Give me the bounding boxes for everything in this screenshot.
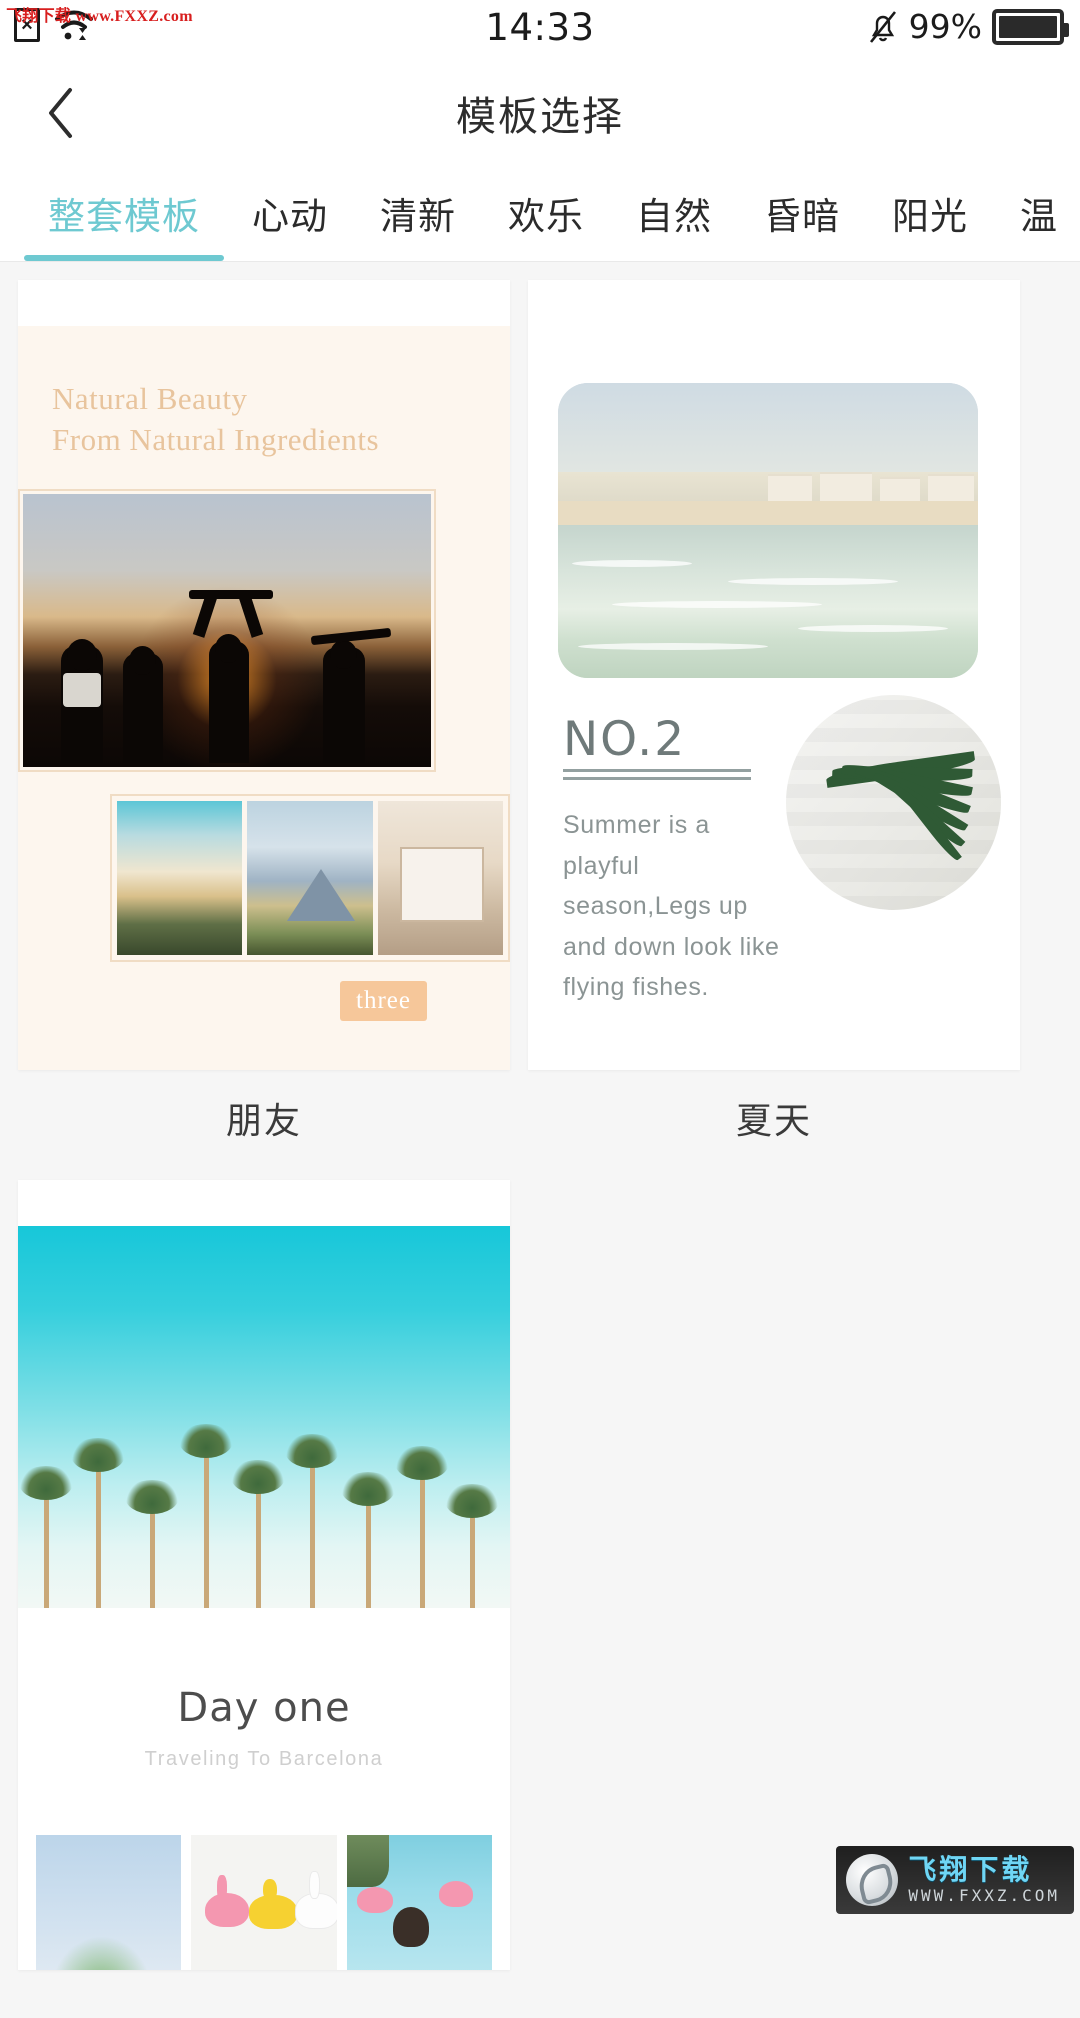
- status-bar-right-icons: 99%: [867, 7, 1069, 46]
- template-cell: Natural Beauty From Natural Ingredients: [18, 280, 510, 1170]
- bell-muted-icon: [867, 9, 899, 45]
- watermark-logo-icon: [846, 1854, 899, 1906]
- watermark-top-text: 飞翔下载 www.FXXZ.com: [6, 8, 193, 25]
- template-preview-summer: NO.2 Summer is a playful season,Legs up …: [528, 280, 1020, 1070]
- template-headline: Natural Beauty From Natural Ingredients: [52, 378, 490, 460]
- page-header: 模板选择: [0, 60, 1080, 165]
- tab-qingxin[interactable]: 清新: [354, 165, 482, 261]
- template-label-friends: 朋友: [225, 1100, 302, 1141]
- template-title-dayone: Day one: [177, 1685, 351, 1731]
- template-number: NO.2: [563, 712, 687, 767]
- chevron-left-icon: [44, 86, 78, 140]
- strip-photo-interior: [377, 801, 503, 955]
- strip-photo-pool: [346, 1835, 492, 1970]
- template-badge: three: [340, 981, 427, 1021]
- tab-xindong[interactable]: 心动: [226, 165, 354, 261]
- strip-photo-beach: [117, 801, 243, 955]
- beach-photo: [558, 383, 978, 678]
- tab-zhengtaomoban[interactable]: 整套模板: [22, 165, 226, 261]
- palm-leaf-circle-photo: [786, 695, 1001, 910]
- template-card-summer[interactable]: NO.2 Summer is a playful season,Legs up …: [528, 280, 1020, 1070]
- number-underline-bottom: [563, 777, 751, 780]
- tab-huanle[interactable]: 欢乐: [482, 165, 610, 261]
- photo-strip-dayone: [36, 1835, 492, 1970]
- back-button[interactable]: [26, 60, 96, 165]
- photo-strip-three: [110, 794, 510, 962]
- strip-photo-sky: [36, 1835, 182, 1970]
- template-card-dayone[interactable]: Day one Traveling To Barcelona: [18, 1180, 510, 1970]
- strip-photo-mountain: [247, 801, 373, 955]
- template-preview-dayone: Day one Traveling To Barcelona: [18, 1180, 510, 1970]
- tab-ziran[interactable]: 自然: [610, 165, 738, 261]
- template-cell: Day one Traveling To Barcelona: [18, 1180, 510, 2018]
- battery-percent-label: 99%: [908, 7, 982, 46]
- sunset-silhouette-photo: [23, 494, 431, 767]
- watermark-bottom-cn: 飞翔下载: [908, 1853, 1033, 1886]
- template-label-summer: 夏天: [735, 1100, 812, 1141]
- category-tab-bar[interactable]: 整套模板 心动 清新 欢乐 自然 昏暗 阳光 温: [0, 165, 1080, 262]
- battery-icon: [992, 8, 1069, 45]
- tab-partial[interactable]: 温: [994, 165, 1080, 261]
- watermark-bottom-en: WWW.FXXZ.COM: [908, 1886, 1060, 1905]
- headline-line-1: Natural Beauty: [52, 381, 248, 416]
- strip-photo-floats: [191, 1835, 337, 1970]
- template-card-friends[interactable]: Natural Beauty From Natural Ingredients: [18, 280, 510, 1070]
- template-label-dayone: [18, 1970, 510, 2018]
- palm-trees-sky-photo: [18, 1226, 510, 1608]
- tab-yangguang[interactable]: 阳光: [866, 165, 994, 261]
- page-title: 模板选择: [456, 94, 624, 139]
- template-cell: NO.2 Summer is a playful season,Legs up …: [528, 280, 1020, 1170]
- watermark-bottom: 飞翔下载 WWW.FXXZ.COM: [836, 1846, 1074, 1914]
- tab-hunan[interactable]: 昏暗: [738, 165, 866, 261]
- template-preview-friends: Natural Beauty From Natural Ingredients: [18, 326, 510, 1070]
- template-description: Summer is a playful season,Legs up and d…: [563, 811, 780, 1001]
- template-grid: Natural Beauty From Natural Ingredients: [0, 262, 1080, 2018]
- number-underline-top: [563, 769, 751, 772]
- hero-photo-frame: [18, 489, 436, 772]
- headline-line-2: From Natural Ingredients: [52, 422, 380, 458]
- template-subtitle-dayone: Traveling To Barcelona: [144, 1748, 384, 1770]
